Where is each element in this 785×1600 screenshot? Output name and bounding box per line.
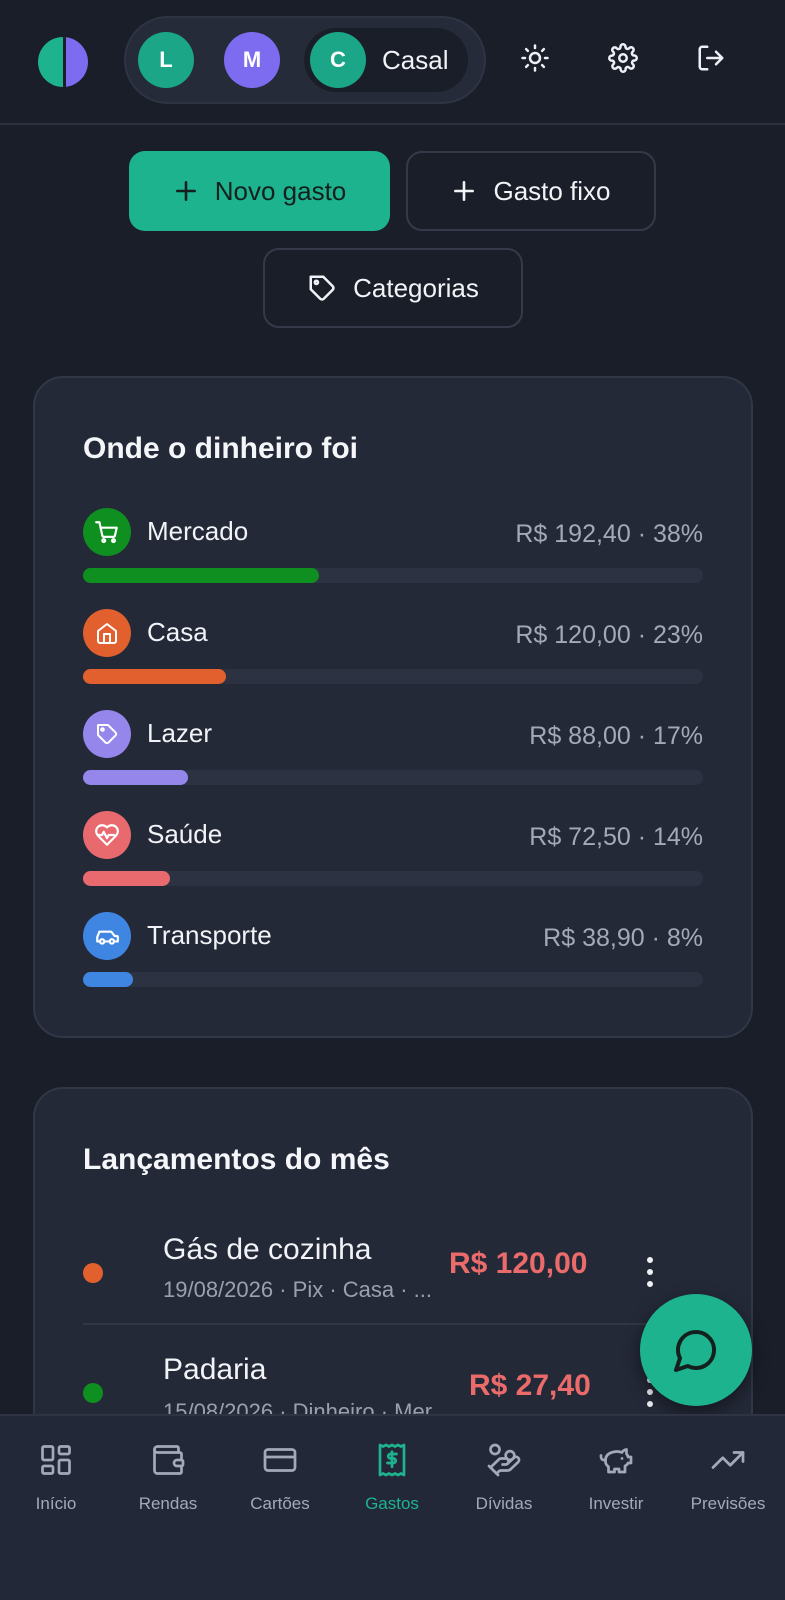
logout-icon[interactable] xyxy=(693,40,729,76)
trending-up-icon xyxy=(710,1440,746,1480)
progress-bar xyxy=(83,568,703,583)
cart-icon xyxy=(83,508,131,556)
heart-pulse-icon xyxy=(83,811,131,859)
category-row-casa[interactable]: Casa R$ 120,00 · 23% xyxy=(83,609,703,689)
category-value: R$ 192,40 · 38% xyxy=(515,520,703,548)
new-expense-label: Novo gasto xyxy=(214,175,347,206)
transaction-amount: R$ 27,40 xyxy=(469,1369,591,1402)
receipt-icon xyxy=(374,1440,410,1480)
category-row-saude[interactable]: Saúde R$ 72,50 · 14% xyxy=(83,811,703,891)
transaction-title: Gás de cozinha xyxy=(163,1233,372,1266)
app-logo xyxy=(38,37,88,87)
chat-bubble-icon xyxy=(674,1330,716,1372)
progress-fill xyxy=(83,669,226,684)
spending-breakdown-card: Onde o dinheiro foi Mercado R$ 192,40 · … xyxy=(33,376,753,1038)
wallet-icon xyxy=(150,1440,186,1480)
progress-bar xyxy=(83,669,703,684)
nav-label: Início xyxy=(35,1494,77,1513)
avatar: L xyxy=(138,32,194,88)
nav-item-cartoes[interactable]: Cartões xyxy=(224,1440,336,1514)
category-name: Lazer xyxy=(147,718,213,748)
gear-icon[interactable] xyxy=(605,40,641,76)
bottom-navigation: Início Rendas Cartões Gastos Dívidas Inv… xyxy=(0,1414,785,1600)
category-name: Transporte xyxy=(147,920,272,950)
nav-label: Gastos xyxy=(365,1494,419,1513)
divider xyxy=(83,1323,703,1325)
progress-fill xyxy=(83,770,189,785)
nav-label: Rendas xyxy=(138,1494,198,1513)
progress-fill xyxy=(83,871,170,886)
more-options-icon[interactable] xyxy=(645,1257,655,1287)
transaction-amount: R$ 120,00 xyxy=(449,1247,588,1280)
nav-item-dividas[interactable]: Dívidas xyxy=(448,1440,560,1514)
avatar: C xyxy=(310,32,366,88)
car-icon xyxy=(83,912,131,960)
profile-chip-m[interactable]: M xyxy=(224,28,280,92)
grid-icon xyxy=(38,1440,74,1480)
chat-button[interactable] xyxy=(640,1294,752,1406)
hand-coins-icon xyxy=(486,1440,522,1480)
category-value: R$ 38,90 · 8% xyxy=(543,924,703,952)
categories-label: Categorias xyxy=(353,272,479,303)
profile-switcher: L M C Casal xyxy=(124,16,486,104)
card-title: Lançamentos do mês xyxy=(83,1143,390,1176)
sun-icon[interactable] xyxy=(517,40,553,76)
nav-label: Investir xyxy=(588,1494,644,1513)
progress-fill xyxy=(83,568,319,583)
app-header: L M C Casal xyxy=(0,0,785,125)
profile-name: Casal xyxy=(382,44,449,75)
tag-icon xyxy=(309,275,335,301)
plus-icon xyxy=(175,181,196,201)
profile-chip-l[interactable]: L xyxy=(138,28,194,92)
nav-label: Dívidas xyxy=(475,1494,533,1513)
home-icon xyxy=(83,609,131,657)
progress-bar xyxy=(83,871,703,886)
card-title: Onde o dinheiro foi xyxy=(83,432,358,465)
progress-bar xyxy=(83,770,703,785)
nav-item-previsoes[interactable]: Previsões xyxy=(672,1440,784,1514)
nav-item-inicio[interactable]: Início xyxy=(0,1440,112,1514)
category-name: Casa xyxy=(147,617,208,647)
new-expense-button[interactable]: Novo gasto xyxy=(129,151,390,231)
category-value: R$ 72,50 · 14% xyxy=(529,823,703,851)
profile-chip-casal[interactable]: C Casal xyxy=(304,28,469,92)
category-dot xyxy=(83,1383,103,1403)
tag-icon xyxy=(83,710,131,758)
nav-label: Previsões xyxy=(690,1494,766,1513)
category-value: R$ 88,00 · 17% xyxy=(529,722,703,750)
category-value: R$ 120,00 · 23% xyxy=(515,621,703,649)
avatar: M xyxy=(224,32,280,88)
transaction-subtitle: 19/08/2026 · Pix · Casa · ... xyxy=(163,1277,433,1302)
nav-item-investir[interactable]: Investir xyxy=(560,1440,672,1514)
category-row-mercado[interactable]: Mercado R$ 192,40 · 38% xyxy=(83,508,703,588)
card-icon xyxy=(262,1440,298,1480)
progress-bar xyxy=(83,972,703,987)
category-row-lazer[interactable]: Lazer R$ 88,00 · 17% xyxy=(83,710,703,790)
nav-label: Cartões xyxy=(250,1494,310,1513)
transaction-title: Padaria xyxy=(163,1353,267,1386)
nav-item-gastos[interactable]: Gastos xyxy=(336,1440,448,1514)
categories-button[interactable]: Categorias xyxy=(263,248,523,328)
category-row-transporte[interactable]: Transporte R$ 38,90 · 8% xyxy=(83,912,703,992)
transaction-row[interactable]: Gás de cozinha 19/08/2026 · Pix · Casa ·… xyxy=(83,1219,703,1339)
progress-fill xyxy=(83,972,133,987)
nav-item-rendas[interactable]: Rendas xyxy=(112,1440,224,1514)
plus-icon xyxy=(454,181,475,201)
fixed-expense-button[interactable]: Gasto fixo xyxy=(406,151,656,231)
category-name: Saúde xyxy=(147,819,223,849)
category-dot xyxy=(83,1263,103,1283)
category-name: Mercado xyxy=(147,516,249,546)
piggy-bank-icon xyxy=(598,1440,634,1480)
fixed-expense-label: Gasto fixo xyxy=(493,175,611,206)
